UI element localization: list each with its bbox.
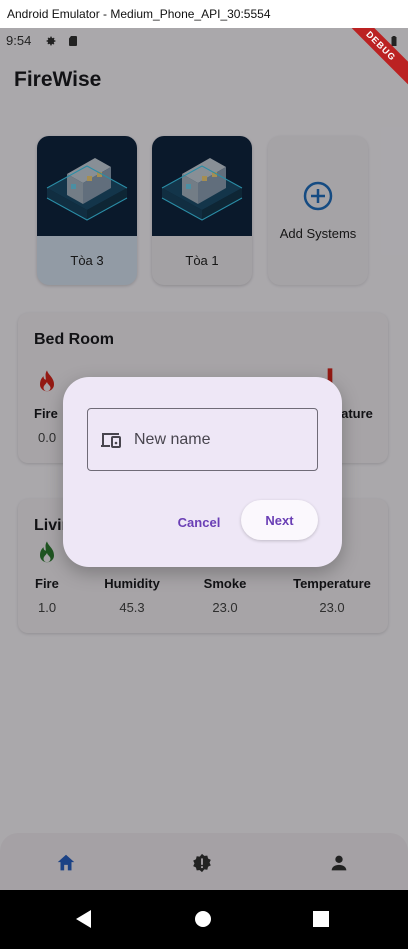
home-circle-icon[interactable]	[192, 908, 214, 930]
cancel-button[interactable]: Cancel	[167, 502, 231, 542]
recents-icon[interactable]	[310, 908, 332, 930]
devices-icon	[101, 433, 121, 448]
next-button[interactable]: Next	[241, 500, 318, 540]
rename-dialog: Cancel Next	[63, 377, 342, 567]
window-title: Android Emulator - Medium_Phone_API_30:5…	[0, 0, 408, 28]
android-nav-bar	[0, 890, 408, 949]
back-icon[interactable]	[73, 908, 95, 930]
phone-screen: 9:54 DEBUG FireWise Tòa 3 Tòa 1 Add Syst…	[0, 28, 408, 890]
name-field[interactable]	[87, 408, 318, 471]
new-name-input[interactable]	[134, 427, 304, 453]
